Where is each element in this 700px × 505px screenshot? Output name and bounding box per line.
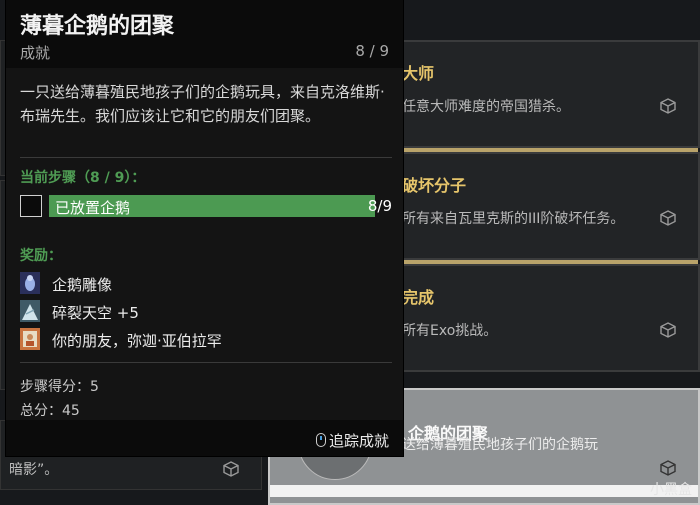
tooltip-title: 薄暮企鹅的团聚: [20, 14, 175, 39]
penguin-statue-icon: [20, 272, 40, 294]
objective-value: 8/9: [367, 197, 392, 215]
tooltip-header: 薄暮企鹅的团聚 成就 8 / 9: [6, 0, 403, 68]
cube-icon: [223, 461, 239, 477]
current-step-label: 当前步骤（8 / 9）：: [20, 170, 146, 186]
step-score: 步骤得分：5: [20, 379, 99, 395]
rewards-label: 奖励：: [20, 248, 62, 264]
progress-ruler: [270, 485, 698, 497]
total-score: 总分：45: [20, 403, 80, 419]
portrait-icon: [20, 328, 40, 350]
tooltip-progress: 8 / 9: [355, 42, 389, 60]
achievement-tooltip: 薄暮企鹅的团聚 成就 8 / 9 一只送给薄暮殖民地孩子们的企鹅玩具，来自克洛维…: [6, 0, 403, 456]
cube-icon: [660, 98, 676, 114]
card-title: 完成: [402, 288, 435, 307]
divider: [20, 362, 392, 363]
card-title: 破坏分子: [402, 176, 467, 195]
watermark: 小黑盒: [650, 482, 692, 498]
reward-text: 碎裂天空 +5: [52, 304, 139, 322]
shattered-sky-icon: [20, 300, 40, 322]
card-description: 所有Exo挑战。: [402, 323, 498, 339]
tooltip-subtitle: 成就: [20, 44, 51, 62]
cube-icon: [660, 210, 676, 226]
card-description: 所有来自瓦里克斯的III阶破坏任务。: [402, 211, 625, 227]
track-label: 追踪成就: [328, 432, 389, 450]
divider: [20, 157, 392, 158]
mouse-icon: [315, 433, 326, 447]
left-card-text: 暗影”。: [9, 462, 59, 478]
tooltip-description: 一只送给薄暮殖民地孩子们的企鹅玩具，来自克洛维斯·布瑞先生。我们应该让它和它的朋…: [20, 83, 385, 125]
objective-row: 已放置企鹅 8/9: [20, 195, 392, 219]
card-description: 任意大师难度的帝国猎杀。: [402, 99, 570, 115]
reward-text: 你的朋友，弥迦·亚伯拉罕: [52, 332, 222, 350]
card-description: 一只送给薄暮殖民地孩子们的企鹅玩: [374, 437, 598, 453]
tooltip-footer: 追踪成就: [6, 420, 403, 456]
card-title: 大师: [402, 64, 435, 83]
reward-text: 企鹅雕像: [52, 276, 113, 294]
objective-checkbox: [20, 195, 42, 217]
cube-icon: [660, 460, 676, 476]
cube-icon: [660, 322, 676, 338]
track-achievement-button[interactable]: 追踪成就: [315, 430, 389, 451]
objective-label: 已放置企鹅: [55, 199, 131, 217]
